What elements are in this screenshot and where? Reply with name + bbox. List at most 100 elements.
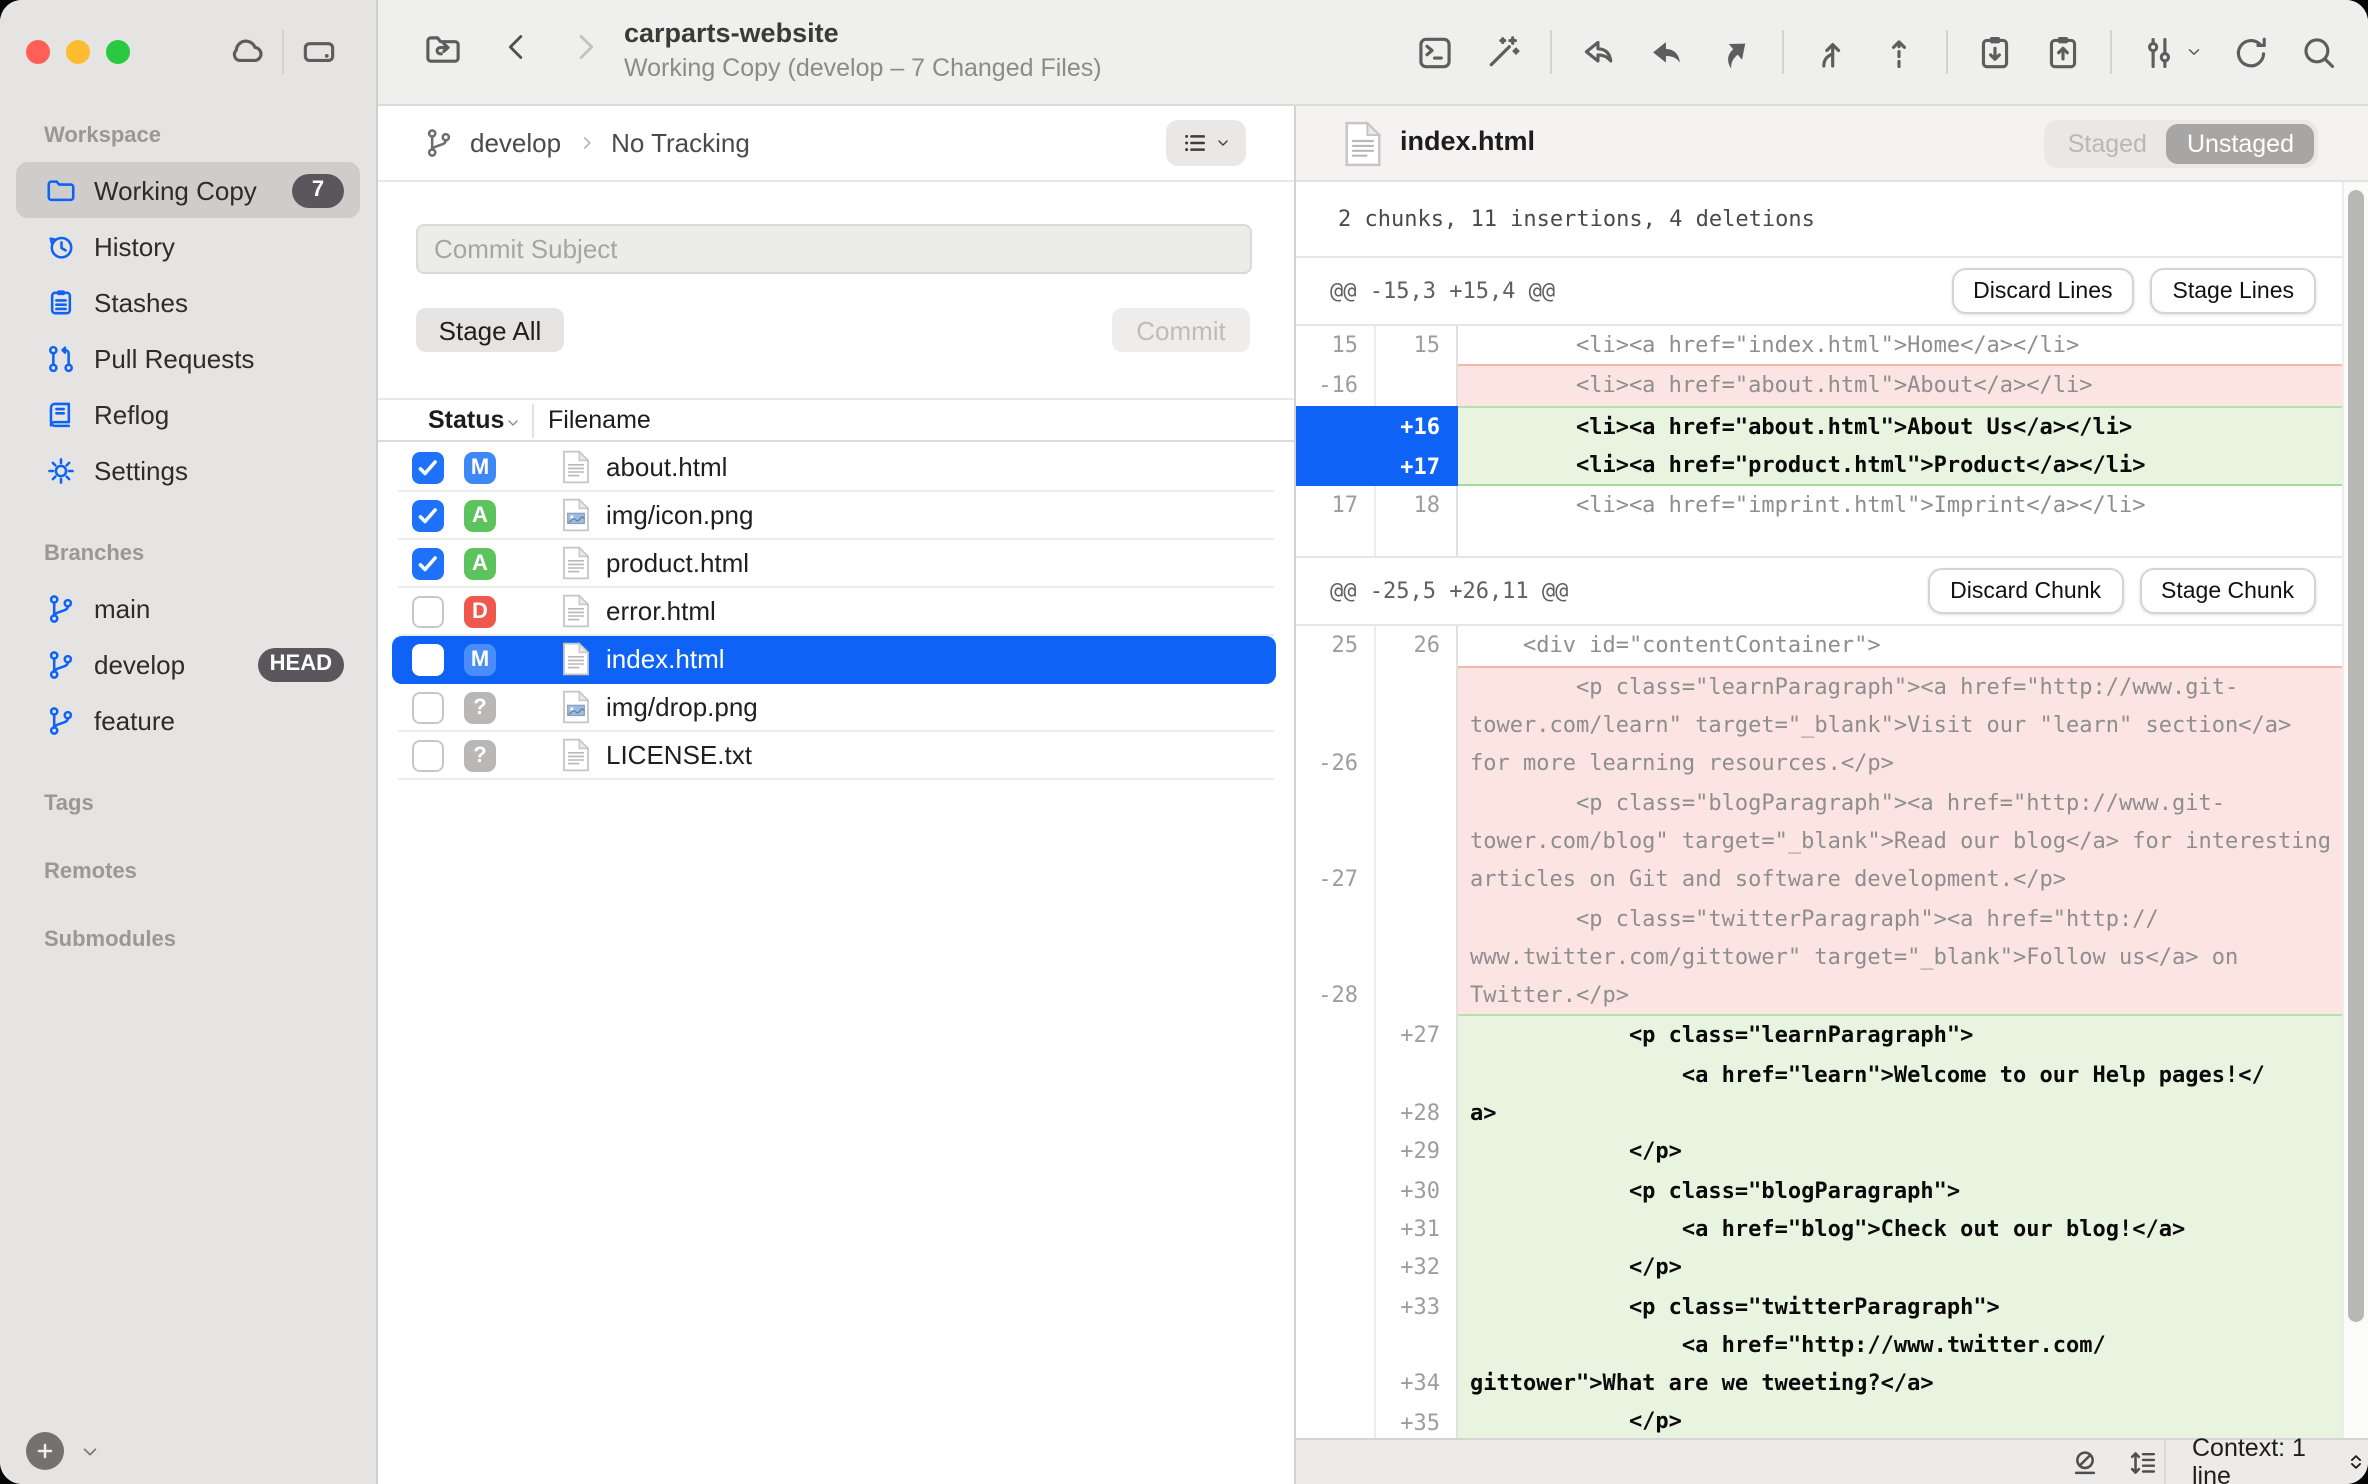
sidebar-item-reflog[interactable]: Reflog	[16, 386, 360, 442]
new-line-number: +16	[1376, 405, 1458, 446]
close-window-button[interactable]	[26, 40, 50, 64]
terminal-icon[interactable]	[1414, 31, 1456, 73]
dashed-up-icon[interactable]	[1878, 31, 1920, 73]
view-options-button[interactable]	[1166, 120, 1246, 166]
add-repository-button[interactable]	[26, 1432, 64, 1470]
diff-line[interactable]: +16 <li><a href="about.html">About Us</a…	[1296, 405, 2368, 446]
file-row-error.html[interactable]: Derror.html	[378, 588, 1294, 636]
status-badge: ?	[464, 692, 496, 724]
commit-subject-input[interactable]	[416, 224, 1252, 274]
stage-checkbox[interactable]	[412, 596, 444, 628]
chunk-range-label: @@ -25,5 +26,11 @@	[1330, 579, 1928, 605]
file-name: index.html	[606, 644, 725, 674]
diff-scroll-area[interactable]: 2 chunks, 11 insertions, 4 deletions @@ …	[1296, 182, 2368, 1438]
diff-line[interactable]: 1515 <li><a href="index.html">Home</a></…	[1296, 326, 2368, 365]
search-icon[interactable]	[2298, 31, 2340, 73]
diff-line[interactable]: +31 <a href="blog">Check out our blog!</…	[1296, 1210, 2368, 1249]
stage-checkbox[interactable]	[412, 692, 444, 724]
file-name: img/drop.png	[606, 692, 758, 722]
head-badge: HEAD	[258, 647, 344, 681]
sidebar-section-header: Submodules	[44, 928, 376, 952]
undo-filled-icon[interactable]	[1646, 31, 1688, 73]
stage-button[interactable]: Stage Chunk	[2139, 569, 2316, 615]
stage-checkbox[interactable]	[412, 740, 444, 772]
sidebar-item-pull-requests[interactable]: Pull Requests	[16, 330, 360, 386]
ignore-icon[interactable]	[2068, 1445, 2102, 1479]
wand-icon[interactable]	[1482, 31, 1524, 73]
file-row-index.html[interactable]: Mindex.html	[378, 636, 1294, 684]
stepper-icon[interactable]	[2344, 1450, 2368, 1474]
discard-button[interactable]: Discard Lines	[1951, 268, 2134, 314]
minimize-window-button[interactable]	[66, 40, 90, 64]
diff-line[interactable]: +32 </p>	[1296, 1248, 2368, 1287]
stage-checkbox[interactable]	[412, 452, 444, 484]
stage-checkbox[interactable]	[412, 548, 444, 580]
sidebar-item-working-copy[interactable]: Working Copy7	[16, 162, 360, 218]
redo-filled-icon[interactable]	[1714, 31, 1756, 73]
sidebar-item-settings[interactable]: Settings	[16, 442, 360, 498]
file-row-product.html[interactable]: Aproduct.html	[378, 540, 1294, 588]
sidebar-item-main[interactable]: main	[16, 580, 360, 636]
diff-line[interactable]: -28 <p class="twitterParagraph"><a href=…	[1296, 899, 2368, 1015]
diff-line-text: </p>	[1458, 1248, 2368, 1287]
chevron-down-icon[interactable]	[78, 1439, 102, 1463]
tab-staged[interactable]: Staged	[2048, 124, 2167, 164]
pull-request-icon	[44, 341, 78, 375]
sidebar-item-feature[interactable]: feature	[16, 692, 360, 748]
tab-unstaged[interactable]: Unstaged	[2167, 124, 2314, 164]
sidebar-item-history[interactable]: History	[16, 218, 360, 274]
new-line-number	[1376, 899, 1458, 1015]
line-spacing-icon[interactable]	[2126, 1445, 2160, 1479]
repo-folder-icon[interactable]	[422, 28, 464, 70]
forward-button[interactable]	[566, 28, 604, 66]
sliders-icon[interactable]	[2138, 31, 2204, 73]
diff-line[interactable]: -26 <p class="learnParagraph"><a href="h…	[1296, 666, 2368, 784]
scrollbar-track[interactable]	[2342, 182, 2368, 1438]
diff-line[interactable]: +33 <p class="twitterParagraph">	[1296, 1287, 2368, 1326]
cloud-icon[interactable]	[226, 30, 268, 72]
status-badge: D	[464, 596, 496, 628]
diff-line[interactable]: +27 <p class="learnParagraph">	[1296, 1015, 2368, 1056]
old-line-number: 15	[1296, 326, 1376, 365]
share-arrow-icon[interactable]	[1578, 31, 1620, 73]
image-file-icon	[562, 498, 590, 532]
diff-line[interactable]: +30 <p class="blogParagraph">	[1296, 1171, 2368, 1210]
diff-line[interactable]: 1718 <li><a href="imprint.html">Imprint<…	[1296, 486, 2368, 525]
diff-line[interactable]: +17 <li><a href="product.html">Product</…	[1296, 446, 2368, 487]
stage-all-button[interactable]: Stage All	[416, 308, 564, 352]
diff-line[interactable]: -27 <p class="blogParagraph"><a href="ht…	[1296, 783, 2368, 899]
scrollbar-thumb[interactable]	[2348, 190, 2364, 1322]
old-line-number	[1296, 1248, 1376, 1287]
diff-line[interactable]: -16 <li><a href="about.html">About</a></…	[1296, 365, 2368, 406]
file-row-license.txt[interactable]: ?LICENSE.txt	[378, 732, 1294, 780]
diff-line[interactable]: +29 </p>	[1296, 1133, 2368, 1172]
sidebar-item-develop[interactable]: developHEAD	[16, 636, 360, 692]
context-stepper[interactable]: Context: 1 line	[2192, 1434, 2368, 1484]
diff-line[interactable]: +35 </p>	[1296, 1403, 2368, 1438]
breadcrumb-branch[interactable]: develop	[470, 128, 561, 158]
status-column-header[interactable]: Status	[428, 406, 504, 434]
clipboard-up-icon[interactable]	[2042, 31, 2084, 73]
filename-column-header[interactable]: Filename	[548, 406, 651, 434]
back-button[interactable]	[498, 28, 536, 66]
file-row-img-drop.png[interactable]: ? img/drop.png	[378, 684, 1294, 732]
chevron-right-icon	[575, 132, 597, 154]
clipboard-down-icon[interactable]	[1974, 31, 2016, 73]
diff-line[interactable]: +28 <a href="learn">Welcome to our Help …	[1296, 1056, 2368, 1133]
diff-line[interactable]: +34 <a href="http://www.twitter.com/gitt…	[1296, 1326, 2368, 1403]
stage-checkbox[interactable]	[412, 644, 444, 676]
zoom-window-button[interactable]	[106, 40, 130, 64]
diff-line[interactable]: 2526 <div id="contentContainer">	[1296, 627, 2368, 666]
sidebar: WorkspaceWorking Copy7HistoryStashesPull…	[0, 0, 378, 1484]
file-row-img-icon.png[interactable]: Aimg/icon.png	[378, 492, 1294, 540]
drive-icon[interactable]	[298, 30, 340, 72]
discard-button[interactable]: Discard Chunk	[1928, 569, 2123, 615]
refresh-icon[interactable]	[2230, 31, 2272, 73]
sidebar-item-stashes[interactable]: Stashes	[16, 274, 360, 330]
stage-checkbox[interactable]	[412, 500, 444, 532]
stage-button[interactable]: Stage Lines	[2151, 268, 2317, 314]
file-row-about.html[interactable]: Mabout.html	[378, 444, 1294, 492]
breadcrumb-tracking[interactable]: No Tracking	[611, 128, 750, 158]
commit-button[interactable]: Commit	[1112, 308, 1250, 352]
branch-up-icon[interactable]	[1810, 31, 1852, 73]
